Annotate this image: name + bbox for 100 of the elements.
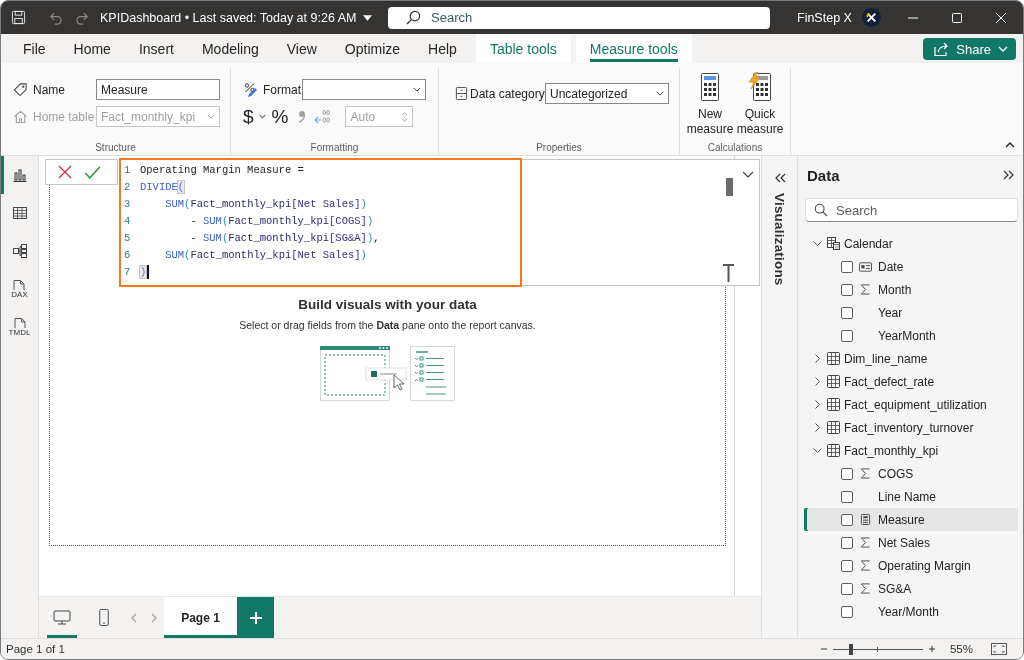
table-grid-icon: [11, 205, 28, 221]
user-name: FinStep X: [797, 10, 852, 25]
format-dropdown[interactable]: [302, 79, 426, 100]
checkbox[interactable]: [841, 329, 853, 342]
cancel-icon[interactable]: [58, 165, 72, 179]
double-chevron-right-icon[interactable]: [1003, 170, 1015, 180]
data-category-dropdown[interactable]: Uncategorized: [545, 83, 669, 104]
view-icon-label: DAX: [11, 290, 28, 299]
field-label: Format: [263, 82, 302, 97]
checkbox[interactable]: [841, 467, 853, 480]
table-icon: [827, 352, 840, 365]
percent-format-button[interactable]: %: [271, 106, 289, 127]
ribbon-tab[interactable]: Optimize: [330, 34, 415, 63]
code-line: - SUM(Fact_monthly_kpi[COGS]): [190, 214, 374, 227]
slider-thumb[interactable]: [848, 643, 853, 655]
share-button[interactable]: Share: [923, 38, 1016, 60]
chevron-up-icon[interactable]: [1005, 142, 1015, 148]
table-item[interactable]: Dim_line_name: [804, 347, 1018, 370]
table-icon: [827, 444, 840, 457]
search-field[interactable]: Search: [388, 6, 770, 29]
search-field[interactable]: Search: [805, 198, 1018, 222]
plus-icon[interactable]: [927, 645, 936, 653]
ribbon-tab[interactable]: Table tools: [475, 34, 571, 63]
name-field[interactable]: Measure: [96, 79, 220, 100]
checkbox[interactable]: [841, 283, 853, 296]
double-chevron-left-icon[interactable]: [773, 173, 786, 183]
resize-handle-icon[interactable]: [723, 264, 734, 282]
table-icon: [827, 421, 840, 434]
caret-down-icon[interactable]: [363, 14, 373, 21]
ribbon-tab[interactable]: Help: [414, 34, 471, 63]
table-item[interactable]: Fact_inventory_turnover: [804, 416, 1018, 439]
field-item[interactable]: YearMonth: [804, 324, 1018, 347]
page-tab[interactable]: Page 1: [164, 597, 237, 638]
line-number: 1: [123, 163, 132, 176]
document-title[interactable]: KPIDashboard • Last saved: Today at 9:26 AM: [100, 10, 357, 25]
fit-to-page-icon[interactable]: [991, 643, 1007, 655]
chevron-right-icon[interactable]: [813, 354, 822, 363]
tmdl-view-button[interactable]: TMDL: [1, 308, 38, 346]
ribbon-tab[interactable]: File: [9, 34, 60, 63]
chevron-down-icon[interactable]: [813, 239, 822, 248]
table-item[interactable]: Fact_monthly_kpi: [804, 439, 1018, 462]
checkbox[interactable]: [841, 513, 853, 526]
formula-editor[interactable]: 1 Operating Margin Measure = 2 DIVIDE( 3 SUM(Fact_monthly_kpi[Net Sales]) 4 - SUM(Fact_monthly_kpi[COGS]) 5 - SUM(Fact_monthly_kpi[SG&A]), 6 SUM(Fact_monthly_kpi[Net Sales]) 7 ): [119, 158, 522, 287]
code-line: DIVIDE(: [140, 180, 185, 193]
sigma-icon: [860, 583, 871, 594]
checkbox[interactable]: [841, 536, 853, 549]
avatar-icon[interactable]: [861, 8, 881, 27]
chevron-down-icon[interactable]: [742, 171, 754, 178]
field-item[interactable]: Year: [804, 301, 1018, 324]
ribbon-tab[interactable]: Home: [59, 34, 125, 63]
field-item[interactable]: Month: [804, 278, 1018, 301]
add-page-button[interactable]: [237, 597, 274, 638]
document-icon: [13, 279, 26, 290]
minus-icon[interactable]: [819, 645, 828, 653]
sigma-icon: [860, 284, 871, 295]
ribbon-tab[interactable]: Modeling: [187, 34, 273, 63]
new-measure-button[interactable]: New measure: [686, 72, 734, 142]
table-item[interactable]: Fact_defect_rate: [804, 370, 1018, 393]
checkmark-icon[interactable]: [84, 164, 101, 180]
home-icon: [13, 109, 28, 124]
currency-format-button[interactable]: $: [243, 106, 266, 127]
field-item[interactable]: Operating Margin: [804, 554, 1018, 577]
chevron-down-icon: [207, 114, 215, 119]
empty-state-title: Build visuals with your data: [298, 297, 477, 312]
visualizations-pane-tab[interactable]: Visualizations: [772, 193, 787, 286]
card-icon: [859, 261, 872, 272]
checkbox[interactable]: [841, 306, 853, 319]
bar-chart-icon: [11, 167, 28, 183]
quick-measure-button[interactable]: Quick measure: [736, 72, 784, 142]
field-item[interactable]: Measure: [804, 508, 1018, 531]
field-item[interactable]: Year/Month: [804, 600, 1018, 623]
field-item[interactable]: SG&A: [804, 577, 1018, 600]
chevron-down-icon: [998, 46, 1008, 52]
ribbon-tab[interactable]: Insert: [124, 34, 188, 63]
field-label: Name: [33, 82, 66, 97]
scrollbar-thumb[interactable]: [726, 178, 733, 196]
chevron-right-icon[interactable]: [813, 400, 822, 409]
field-label: Data category: [470, 86, 545, 101]
ribbon-tab[interactable]: View: [272, 34, 331, 63]
checkbox[interactable]: [841, 605, 853, 618]
field-item[interactable]: Date: [804, 255, 1018, 278]
table-item[interactable]: Fact_equipment_utilization: [804, 393, 1018, 416]
field-item[interactable]: Net Sales: [804, 531, 1018, 554]
model-diagram-icon: [11, 243, 28, 259]
field-item[interactable]: Line Name: [804, 485, 1018, 508]
table-icon: [827, 375, 840, 388]
checkbox[interactable]: [841, 490, 853, 503]
ribbon-tab[interactable]: Measure tools: [575, 34, 692, 63]
chevron-right-icon[interactable]: [813, 377, 822, 386]
dax-query-view-button[interactable]: DAX: [1, 270, 38, 308]
field-item[interactable]: COGS: [804, 462, 1018, 485]
save-icon[interactable]: [11, 10, 26, 25]
table-item[interactable]: Calendar: [804, 232, 1018, 255]
checkbox[interactable]: [841, 559, 853, 572]
checkbox[interactable]: [841, 260, 853, 273]
group-label: Properties: [535, 142, 583, 155]
checkbox[interactable]: [841, 582, 853, 595]
line-number: 5: [123, 231, 132, 244]
chevron-right-icon[interactable]: [813, 423, 822, 432]
chevron-down-icon[interactable]: [813, 446, 822, 455]
